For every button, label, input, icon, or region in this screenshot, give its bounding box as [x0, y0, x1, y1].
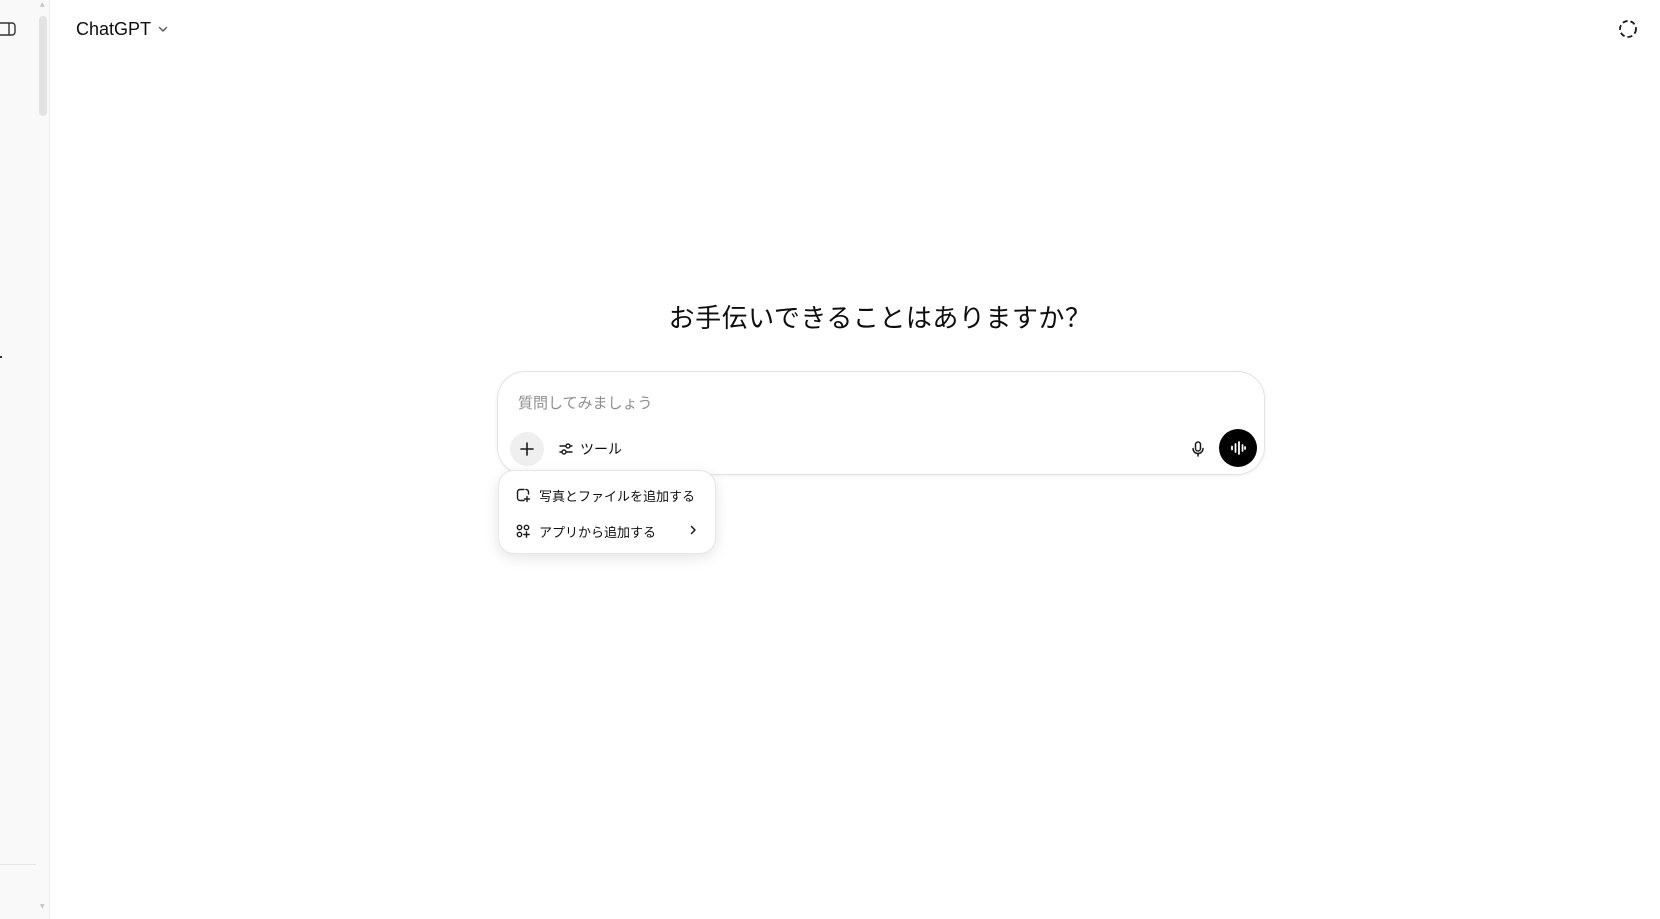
prompt-input[interactable]	[518, 390, 1118, 416]
sidebar-scroll-thumb[interactable]	[39, 16, 47, 116]
tools-label: ツール	[580, 442, 622, 458]
voice-mode-button[interactable]	[1219, 429, 1257, 467]
sidebar-collapsed: ▲ ▼	[0, 0, 50, 919]
dictate-button[interactable]	[1182, 433, 1214, 465]
chevron-down-icon	[158, 26, 168, 32]
apps-grid-icon	[516, 524, 530, 538]
message-composer: ツール	[497, 371, 1265, 475]
sidebar-divider	[0, 864, 36, 865]
model-switcher-button[interactable]: ChatGPT	[70, 14, 175, 44]
sliders-icon	[559, 443, 573, 455]
scroll-down-arrow-icon[interactable]: ▼	[40, 904, 46, 910]
menu-item-add-from-apps[interactable]: アプリから追加する	[505, 513, 709, 549]
temporary-chat-icon	[1619, 20, 1637, 38]
tools-button[interactable]: ツール	[552, 433, 628, 465]
page-heading: お手伝いできることはありますか？	[668, 304, 1092, 334]
sidebar-toggle-button[interactable]	[0, 20, 18, 38]
temporary-chat-button[interactable]	[1614, 15, 1642, 43]
menu-item-label: アプリから追加する	[539, 525, 657, 541]
chatgpt-app: ▲ ▼ ChatGPT お手伝いできることはありますか？ 質問してみましょう ツ…	[0, 0, 1660, 919]
sidebar-toggle-icon	[0, 22, 16, 36]
menu-item-add-photos-files[interactable]: 写真とファイルを追加する	[505, 477, 709, 513]
waveform-icon	[1231, 441, 1246, 455]
add-attachment-button[interactable]	[510, 432, 544, 466]
scroll-up-arrow-icon[interactable]: ▲	[40, 2, 46, 8]
model-name: ChatGPT	[76, 18, 152, 39]
microphone-icon	[1192, 441, 1204, 457]
plus-icon	[520, 442, 534, 456]
chevron-right-icon	[690, 525, 696, 535]
sidebar-scrollbar[interactable]	[38, 0, 48, 919]
sidebar-marker	[0, 356, 2, 358]
attachment-menu: 写真とファイルを追加する アプリから追加する	[498, 470, 716, 554]
menu-item-label: 写真とファイルを追加する	[539, 489, 696, 505]
attach-file-icon	[516, 488, 531, 503]
